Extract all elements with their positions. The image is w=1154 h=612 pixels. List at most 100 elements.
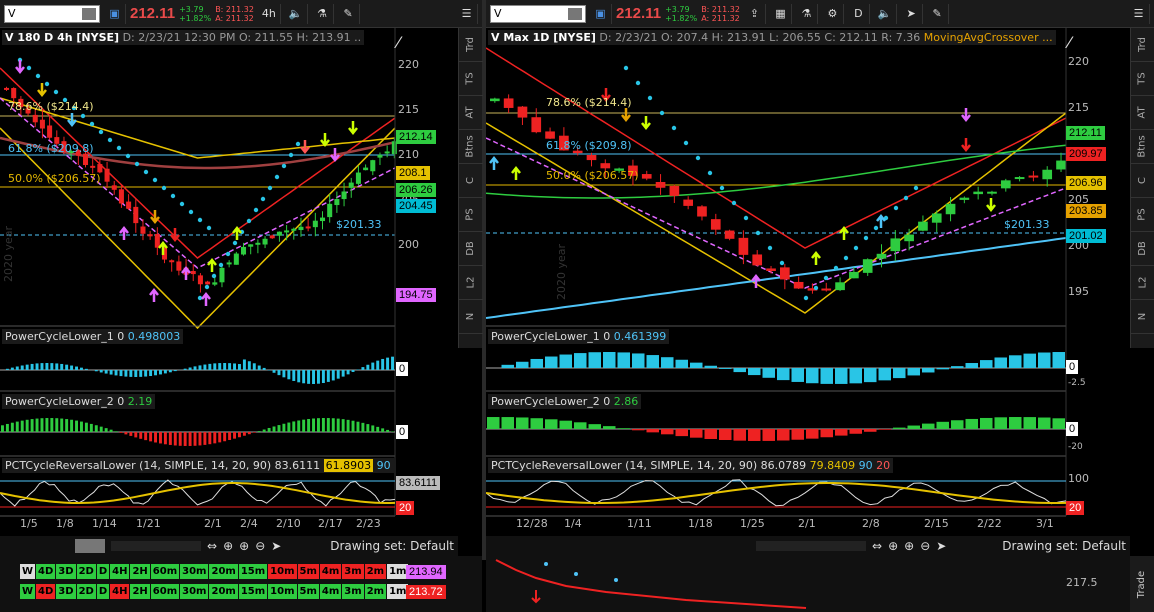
- sidebar-tab-ps[interactable]: PS: [458, 198, 483, 232]
- menu-icon[interactable]: ☰: [1128, 3, 1150, 24]
- timeframe-button-4h[interactable]: 4H: [110, 584, 130, 599]
- timeframe-button-3d[interactable]: 3D: [56, 584, 76, 599]
- menu-icon[interactable]: ☰: [456, 3, 478, 24]
- timeframe-button[interactable]: 4h: [258, 3, 281, 24]
- histogram-bar: [675, 429, 688, 437]
- zoom-in-icon[interactable]: ⊕: [904, 539, 914, 553]
- timeframe-button-4m[interactable]: 4m: [319, 564, 342, 579]
- timeframe-button-15m[interactable]: 15m: [238, 584, 268, 599]
- zoom-in-icon[interactable]: ⊕: [239, 539, 249, 553]
- sidebar-tab-ts[interactable]: TS: [1130, 62, 1154, 96]
- gear-icon[interactable]: ⚙: [822, 3, 844, 24]
- sidebar-tab-at[interactable]: AT: [458, 96, 483, 130]
- scroll-home-button[interactable]: [75, 539, 105, 553]
- timeframe-button-60m[interactable]: 60m: [150, 584, 180, 599]
- histogram-bar: [277, 425, 281, 432]
- sidebar-tab-c[interactable]: C: [1130, 164, 1154, 198]
- zoom-out-icon[interactable]: ⊖: [255, 539, 265, 553]
- ind3-low-label: 20: [1066, 501, 1085, 515]
- timeframe-button-20m[interactable]: 20m: [209, 584, 238, 599]
- timeframe-button-w[interactable]: W: [20, 564, 36, 579]
- timeframe-button-2m[interactable]: 2m: [364, 564, 387, 579]
- drawing-set-label[interactable]: Drawing set: Default: [330, 539, 454, 553]
- flask-icon[interactable]: ⚗: [312, 3, 334, 24]
- symbol-dropdown-icon[interactable]: [82, 7, 96, 20]
- sidebar-tab-l2[interactable]: L2: [1130, 266, 1154, 300]
- cursor-icon[interactable]: ➤: [936, 539, 946, 553]
- sidebar-tab-db[interactable]: DB: [1130, 232, 1154, 266]
- candle-body: [126, 201, 132, 209]
- candle-body: [241, 246, 247, 255]
- drawing-tool-icon[interactable]: ⁄: [1068, 33, 1071, 52]
- crosshair-icon[interactable]: ⊕: [223, 539, 233, 553]
- timeframe-button-4m[interactable]: 4m: [319, 584, 342, 599]
- cursor-icon[interactable]: ➤: [901, 3, 923, 24]
- sidebar-tab-db[interactable]: DB: [458, 232, 483, 266]
- timeframe-button-5m[interactable]: 5m: [297, 584, 319, 599]
- share-icon[interactable]: ⇪: [744, 3, 766, 24]
- timeframe-button-2d[interactable]: 2D: [76, 564, 96, 579]
- link-icon[interactable]: ▣: [590, 3, 612, 24]
- flask-icon[interactable]: ⚗: [796, 3, 818, 24]
- timeframe-button[interactable]: D: [848, 3, 870, 24]
- sidebar-tab-btns[interactable]: Btns: [1130, 130, 1154, 164]
- timeframe-button-3m[interactable]: 3m: [342, 564, 364, 579]
- scrollbar[interactable]: [111, 541, 201, 551]
- drawing-set-label[interactable]: Drawing set: Default: [1002, 539, 1126, 553]
- timeframe-button-10m[interactable]: 10m: [268, 584, 297, 599]
- sidebar-tab-trd[interactable]: Trd: [1130, 28, 1154, 62]
- sidebar-tab-n[interactable]: N: [458, 300, 483, 334]
- timeframe-button-2h[interactable]: 2H: [130, 564, 150, 579]
- timeframe-button-d[interactable]: D: [96, 584, 110, 599]
- sidebar-tab-ts[interactable]: TS: [458, 62, 483, 96]
- timeframe-button-30m[interactable]: 30m: [180, 564, 209, 579]
- y-axis-tick: 220: [1068, 55, 1089, 68]
- timeframe-button-d[interactable]: D: [96, 564, 110, 579]
- expand-icon[interactable]: ⇔: [207, 539, 217, 553]
- timeframe-button-w[interactable]: W: [20, 584, 36, 599]
- sidebar-tab-n[interactable]: N: [1130, 300, 1154, 334]
- timeframe-button-4h[interactable]: 4H: [110, 564, 130, 579]
- timeframe-button-4d[interactable]: 4D: [36, 564, 56, 579]
- timeframe-button-30m[interactable]: 30m: [180, 584, 209, 599]
- timeframe-button-5m[interactable]: 5m: [297, 564, 319, 579]
- timeframe-button-4d[interactable]: 4D: [36, 584, 56, 599]
- timeframe-button-15m[interactable]: 15m: [238, 564, 268, 579]
- sar-dot: [295, 141, 301, 147]
- timeframe-button-3d[interactable]: 3D: [56, 564, 76, 579]
- zoom-out-icon[interactable]: ⊖: [920, 539, 930, 553]
- timeframe-button-3m[interactable]: 3m: [342, 584, 364, 599]
- price-label: 201.02: [1066, 229, 1106, 243]
- symbol-input[interactable]: V: [4, 4, 100, 23]
- sidebar-tab-ps[interactable]: PS: [1130, 198, 1154, 232]
- sidebar-tab-trd[interactable]: Trd: [458, 28, 483, 62]
- timeframe-button-20m[interactable]: 20m: [209, 564, 238, 579]
- timeframe-button-2m[interactable]: 2m: [364, 584, 387, 599]
- timeframe-button-10m[interactable]: 10m: [268, 564, 297, 579]
- histogram-bar: [188, 367, 192, 370]
- sidebar-tab-btns[interactable]: Btns: [458, 130, 483, 164]
- scrollbar[interactable]: [756, 541, 866, 551]
- timeframe-button-2d[interactable]: 2D: [76, 584, 96, 599]
- timeframe-button-2h[interactable]: 2H: [130, 584, 150, 599]
- drawing-tool-icon[interactable]: ⁄: [397, 33, 400, 52]
- sidebar-tab-at[interactable]: AT: [1130, 96, 1154, 130]
- drawing-icon[interactable]: ✎: [927, 3, 949, 24]
- sidebar-tab-c[interactable]: C: [458, 164, 483, 198]
- camera-icon[interactable]: ▦: [770, 3, 792, 24]
- symbol-dropdown-icon[interactable]: [568, 7, 582, 20]
- timeframe-button-60m[interactable]: 60m: [150, 564, 180, 579]
- sidebar-tab-l2[interactable]: L2: [458, 266, 483, 300]
- histogram-bar: [292, 421, 296, 432]
- drawing-icon[interactable]: ✎: [338, 3, 360, 24]
- symbol-input[interactable]: V: [490, 4, 586, 23]
- expand-icon[interactable]: ⇔: [872, 539, 882, 553]
- sound-icon[interactable]: 🔈: [285, 3, 308, 24]
- link-icon[interactable]: ▣: [104, 3, 126, 24]
- histogram-bar: [297, 420, 301, 432]
- cursor-icon[interactable]: ➤: [271, 539, 281, 553]
- sound-icon[interactable]: 🔈: [874, 3, 897, 24]
- trade-tab[interactable]: Trade: [1130, 556, 1154, 612]
- ind1-sub-tick: -2.5: [1068, 378, 1086, 388]
- crosshair-icon[interactable]: ⊕: [888, 539, 898, 553]
